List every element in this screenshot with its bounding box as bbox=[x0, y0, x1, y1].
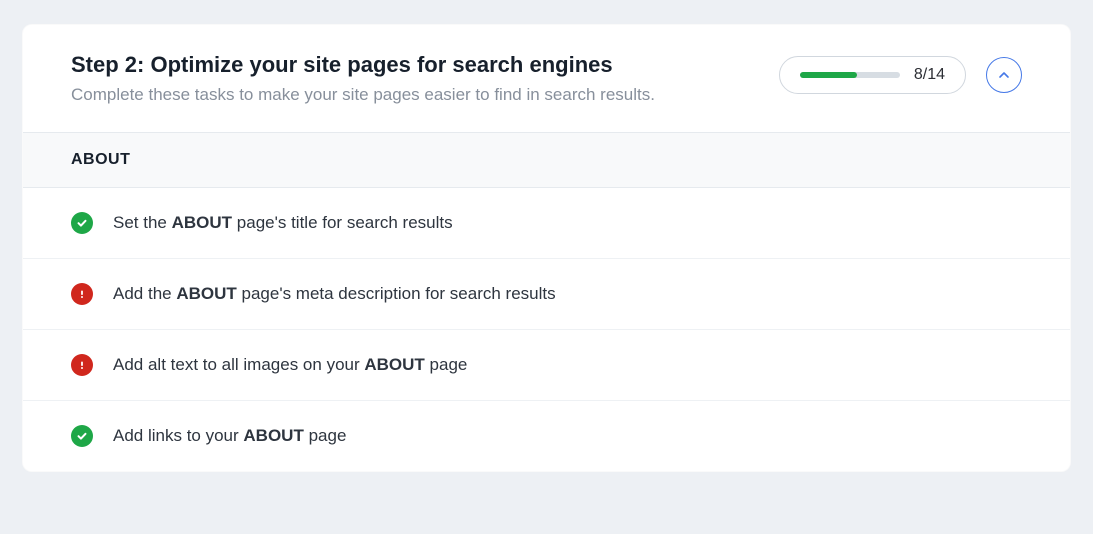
task-list: Set the ABOUT page's title for search re… bbox=[23, 188, 1070, 471]
progress-pill: 8/14 bbox=[779, 56, 966, 94]
check-circle-icon bbox=[71, 212, 93, 234]
collapse-button[interactable] bbox=[986, 57, 1022, 93]
task-row[interactable]: Add alt text to all images on your ABOUT… bbox=[23, 330, 1070, 401]
title-block: Step 2: Optimize your site pages for sea… bbox=[71, 50, 751, 107]
progress-text: 8/14 bbox=[914, 66, 945, 84]
alert-circle-icon bbox=[71, 354, 93, 376]
step-card: Step 2: Optimize your site pages for sea… bbox=[22, 24, 1071, 472]
task-text: Add links to your ABOUT page bbox=[113, 426, 346, 446]
card-header: Step 2: Optimize your site pages for sea… bbox=[23, 25, 1070, 132]
task-row[interactable]: Add the ABOUT page's meta description fo… bbox=[23, 259, 1070, 330]
section-header: ABOUT bbox=[23, 132, 1070, 188]
alert-circle-icon bbox=[71, 283, 93, 305]
chevron-up-icon bbox=[998, 69, 1010, 81]
task-text: Add alt text to all images on your ABOUT… bbox=[113, 355, 467, 375]
section-header-text: ABOUT bbox=[71, 151, 130, 168]
step-title: Step 2: Optimize your site pages for sea… bbox=[71, 50, 751, 80]
step-subtitle: Complete these tasks to make your site p… bbox=[71, 82, 751, 108]
task-row[interactable]: Add links to your ABOUT page bbox=[23, 401, 1070, 471]
task-text: Add the ABOUT page's meta description fo… bbox=[113, 284, 556, 304]
task-row[interactable]: Set the ABOUT page's title for search re… bbox=[23, 188, 1070, 259]
progress-track bbox=[800, 72, 900, 78]
header-right: 8/14 bbox=[779, 56, 1022, 94]
check-circle-icon bbox=[71, 425, 93, 447]
task-text: Set the ABOUT page's title for search re… bbox=[113, 213, 453, 233]
progress-fill bbox=[800, 72, 857, 78]
